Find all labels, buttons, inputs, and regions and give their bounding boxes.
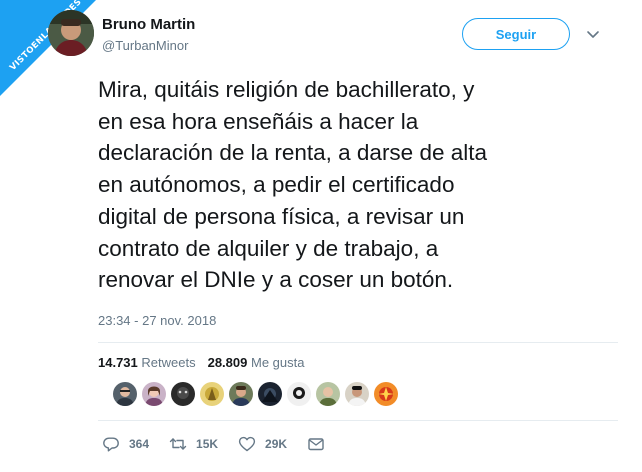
divider xyxy=(98,342,618,343)
tweet-actions: 364 15K 29K xyxy=(102,430,345,458)
tweet-timestamp[interactable]: 23:34 - 27 nov. 2018 xyxy=(98,313,216,328)
tweet-stats: 14.731 Retweets 28.809 Me gusta xyxy=(98,355,304,370)
liker-avatar[interactable] xyxy=(200,382,224,406)
liker-avatar[interactable] xyxy=(287,382,311,406)
liker-avatar[interactable] xyxy=(113,382,137,406)
author-handle[interactable]: @TurbanMinor xyxy=(102,38,188,53)
liker-avatar[interactable] xyxy=(345,382,369,406)
reply-icon xyxy=(103,437,119,452)
likes-label: Me gusta xyxy=(250,355,305,370)
liker-avatars xyxy=(113,382,398,406)
chevron-down-icon[interactable] xyxy=(585,26,601,42)
heart-icon xyxy=(238,436,256,452)
like-button[interactable]: 29K xyxy=(238,435,287,453)
divider xyxy=(98,420,618,421)
liker-avatar[interactable] xyxy=(229,382,253,406)
tweet-line: contrato de alquiler y de trabajo, a xyxy=(98,235,439,261)
liker-avatar[interactable] xyxy=(258,382,282,406)
author-name[interactable]: Bruno Martin xyxy=(102,16,195,33)
liker-avatar[interactable] xyxy=(374,382,398,406)
retweet-count: 15K xyxy=(196,437,219,451)
follow-button[interactable]: Seguir xyxy=(462,18,570,50)
reply-count: 364 xyxy=(129,437,150,451)
tweet-line: en autónomos, a pedir el certificado xyxy=(98,172,455,198)
retweet-button[interactable]: 15K xyxy=(169,435,218,453)
liker-avatar[interactable] xyxy=(171,382,195,406)
tweet-text: Mira, quitáis religión de bachillerato, … xyxy=(98,74,608,296)
tweet-line: renovar el DNIe y a coser un botón. xyxy=(98,267,454,293)
tweet-line: en esa hora enseñáis a hacer la xyxy=(98,108,419,134)
author-avatar[interactable] xyxy=(48,10,94,56)
retweet-icon xyxy=(169,438,187,450)
like-count: 29K xyxy=(265,437,288,451)
envelope-icon xyxy=(308,438,324,451)
direct-message-button[interactable] xyxy=(307,435,325,453)
retweets-label: Retweets xyxy=(141,355,196,370)
tweet-line: Mira, quitáis religión de bachillerato, … xyxy=(98,77,475,102)
liker-avatar[interactable] xyxy=(316,382,340,406)
retweets-stat[interactable]: 14.731 Retweets xyxy=(98,355,196,370)
reply-button[interactable]: 364 xyxy=(102,435,149,453)
likes-stat[interactable]: 28.809 Me gusta xyxy=(208,355,305,370)
liker-avatar[interactable] xyxy=(142,382,166,406)
likes-count: 28.809 xyxy=(207,355,248,370)
retweets-count: 14.731 xyxy=(98,355,138,370)
tweet-line: declaración de la renta, a darse de alta xyxy=(98,140,488,166)
tweet-line: digital de persona física, a revisar un xyxy=(98,203,465,229)
